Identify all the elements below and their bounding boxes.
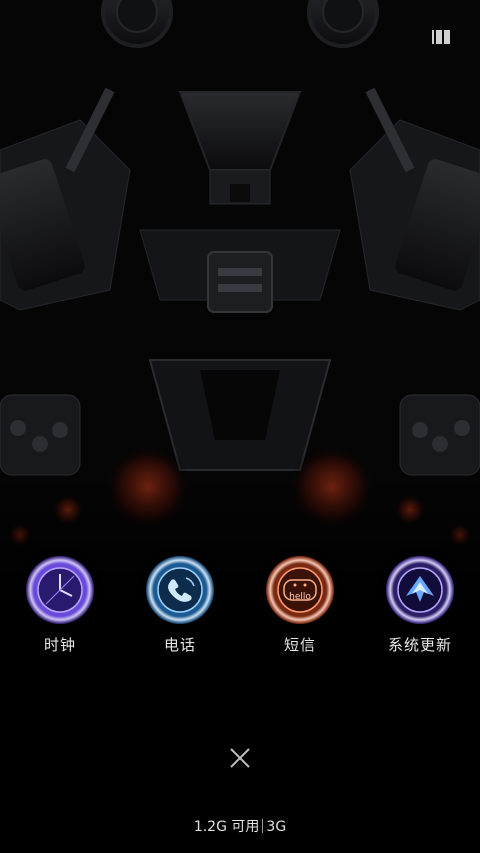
memory-divider [262, 819, 264, 833]
app-label: 电话 [163, 636, 196, 654]
clock-icon [26, 556, 94, 624]
memory-available: 1.2G 可用 [193, 819, 260, 835]
app-phone[interactable]: 电话 [130, 556, 230, 655]
app-label: 短信 [283, 636, 316, 654]
app-clock[interactable]: 时钟 [10, 556, 110, 655]
sms-icon: hello [266, 556, 334, 624]
app-label: 系统更新 [387, 636, 452, 654]
memory-total: 3G [266, 819, 287, 835]
recent-apps-row: 时钟 电话 hello 短信 系统更新 [0, 556, 480, 666]
app-sms[interactable]: hello 短信 [250, 556, 350, 655]
mech-wallpaper [0, 0, 480, 853]
app-system-update[interactable]: 系统更新 [370, 556, 470, 655]
phone-icon [146, 556, 214, 624]
app-label: 时钟 [43, 636, 76, 654]
recents-layout-icon[interactable] [432, 30, 450, 44]
close-all-icon[interactable] [226, 744, 254, 772]
system-update-icon [386, 556, 454, 624]
sms-badge-text: hello [289, 592, 311, 602]
memory-status: 1.2G 可用 3G [0, 816, 480, 836]
